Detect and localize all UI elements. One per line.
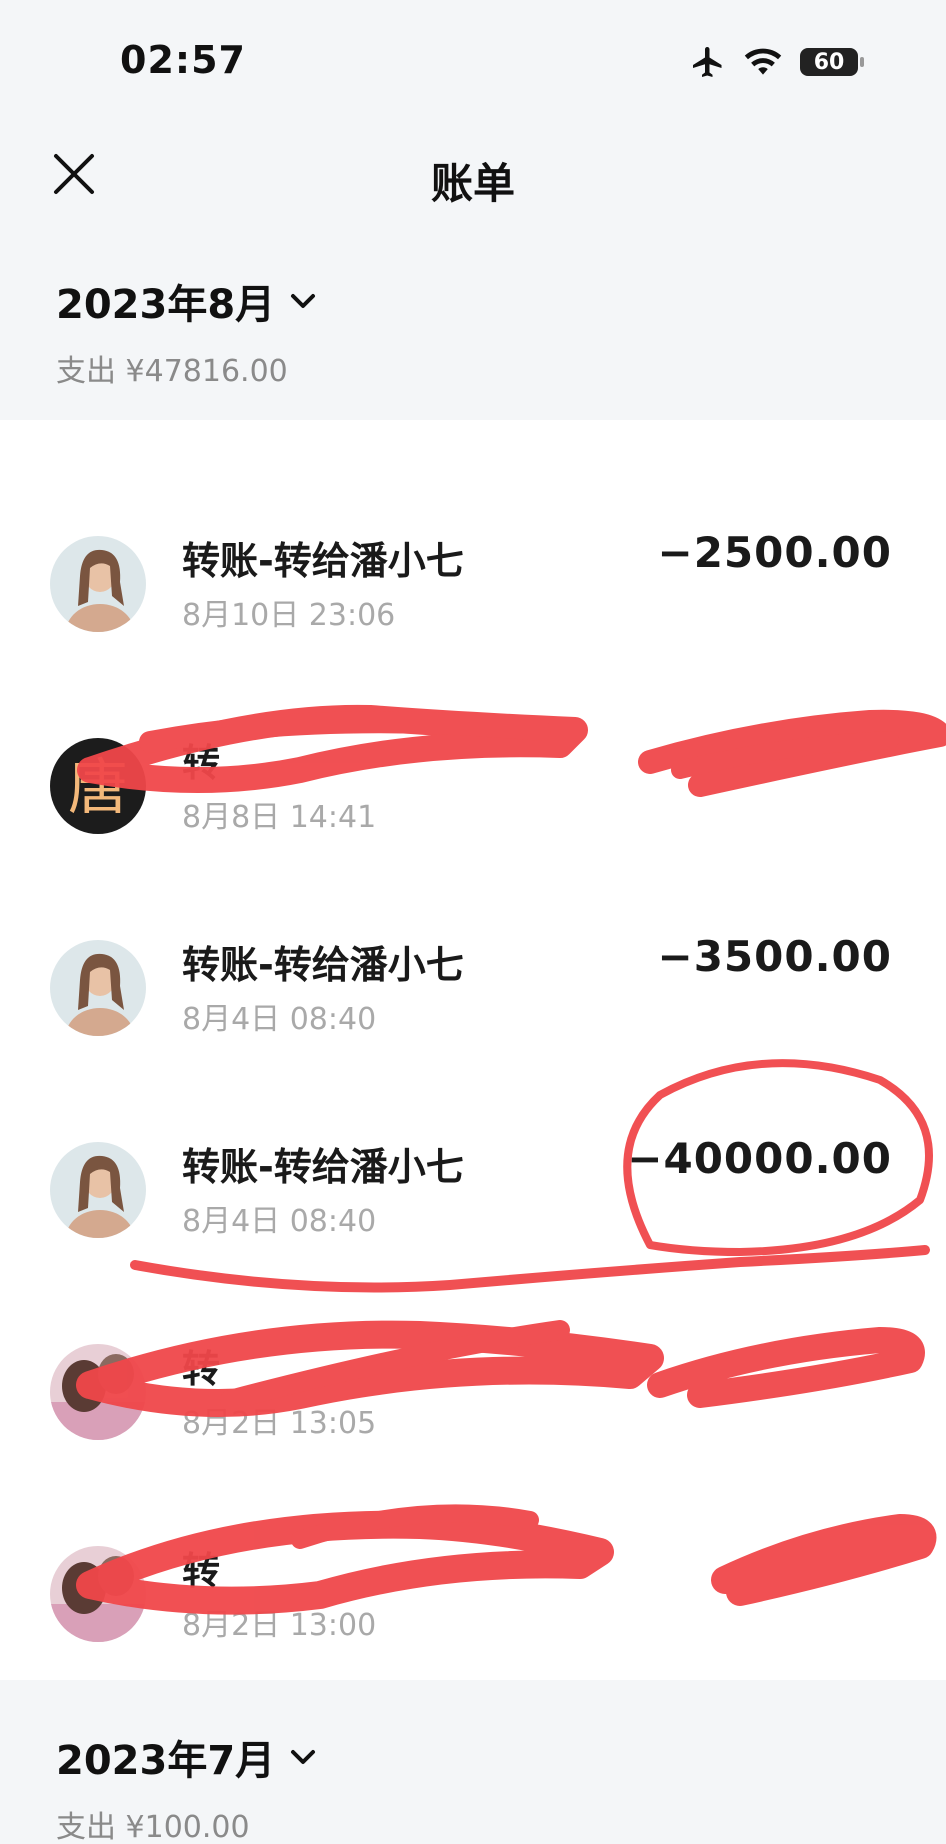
transaction-row[interactable]: 转账-转给潘小七 8月10日 23:06 −2500.00 — [0, 520, 946, 680]
transaction-time: 8月2日 13:05 — [182, 1406, 377, 1441]
month-header-july: 2023年7月 支出 ¥100.00 — [0, 1728, 946, 1844]
month-selector[interactable]: 2023年7月 — [56, 1728, 946, 1786]
avatar — [50, 1546, 146, 1642]
transaction-time: 8月8日 14:41 — [182, 800, 377, 835]
month-expense: 支出 ¥100.00 — [56, 1810, 250, 1844]
transaction-time: 8月2日 13:00 — [182, 1608, 377, 1643]
battery-icon: 60 — [800, 48, 864, 76]
transaction-amount: −40000.00 — [627, 1134, 892, 1183]
month-title: 2023年8月 — [56, 282, 276, 328]
transaction-title: 转 — [182, 741, 221, 785]
transaction-title: 转账-转给潘小七 — [182, 539, 464, 583]
month-title: 2023年7月 — [56, 1738, 276, 1784]
page-title: 账单 — [430, 159, 515, 208]
transaction-row[interactable]: 转 8月2日 13:05 — [0, 1328, 946, 1488]
transaction-list: 转账-转给潘小七 8月10日 23:06 −2500.00 唐 转 8月8日 1… — [0, 420, 946, 1680]
status-icons: 60 — [690, 44, 864, 80]
transaction-row[interactable]: 转账-转给潘小七 8月4日 08:40 −3500.00 — [0, 924, 946, 1084]
transaction-amount: −3500.00 — [657, 932, 892, 981]
transaction-title: 转账-转给潘小七 — [182, 943, 464, 987]
month-expense: 支出 ¥47816.00 — [56, 354, 288, 389]
avatar — [50, 536, 146, 632]
month-selector[interactable]: 2023年8月 — [56, 272, 946, 330]
wifi-icon — [744, 48, 782, 75]
chevron-down-icon — [291, 1750, 316, 1764]
transaction-time: 8月4日 08:40 — [182, 1204, 377, 1239]
transaction-time: 8月4日 08:40 — [182, 1002, 377, 1037]
transaction-title: 转 — [182, 1347, 221, 1391]
avatar — [50, 1142, 146, 1238]
battery-level: 60 — [813, 49, 845, 75]
avatar-text: 唐 — [68, 753, 128, 823]
bill-page: 02:57 60 账单 2023年8月 支出 ¥47816.00 转账-转给潘小… — [0, 0, 946, 1844]
month-header-august: 2023年8月 支出 ¥47816.00 — [0, 272, 946, 390]
transaction-row[interactable]: 转 8月2日 13:00 — [0, 1530, 946, 1690]
transaction-row[interactable]: 转账-转给潘小七 8月4日 08:40 −40000.00 — [0, 1126, 946, 1286]
nav-bar: 账单 — [0, 120, 946, 230]
avatar: 唐 — [50, 738, 146, 834]
airplane-icon — [693, 47, 722, 77]
avatar — [50, 940, 146, 1036]
transaction-row[interactable]: 唐 转 8月8日 14:41 — [0, 722, 946, 882]
transaction-title: 转账-转给潘小七 — [182, 1145, 464, 1189]
transaction-amount: −2500.00 — [657, 528, 892, 577]
chevron-down-icon — [291, 294, 316, 308]
status-bar: 02:57 60 — [0, 0, 946, 120]
status-time: 02:57 — [120, 38, 246, 82]
transaction-title: 转 — [182, 1549, 221, 1593]
avatar — [50, 1344, 146, 1440]
transaction-time: 8月10日 23:06 — [182, 598, 396, 633]
